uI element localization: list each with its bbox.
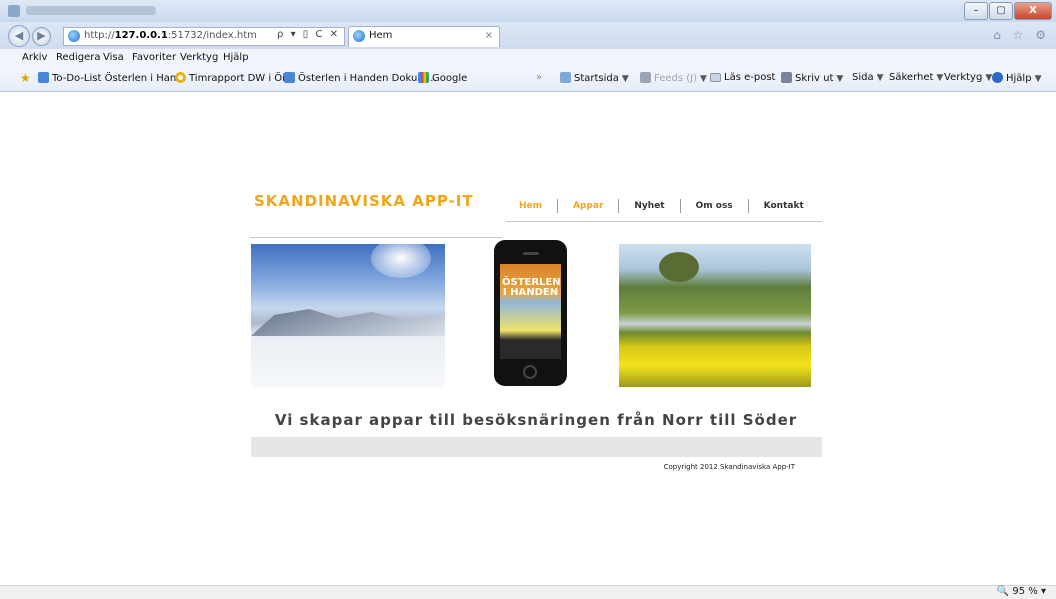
menu-favoriter[interactable]: Favoriter [132, 52, 176, 63]
phone-home-button [523, 365, 537, 379]
status-bar: 🔍 95 % ▾ [0, 585, 1056, 599]
ie-icon [175, 72, 186, 83]
read-mail-button[interactable]: Läs e-post [710, 72, 775, 83]
phone-speaker [523, 252, 539, 255]
footer-bar [251, 437, 822, 457]
close-window-button[interactable]: X [1014, 2, 1052, 20]
doc-icon [284, 72, 295, 83]
menu-bar: Arkiv Redigera Visa Favoriter Verktyg Hj… [0, 49, 1056, 67]
page-label: Sida [852, 72, 874, 83]
favorite-label: Österlen i Handen Dokum... [298, 73, 437, 84]
print-button[interactable]: Skriv ut ▼ [781, 72, 843, 84]
home-icon [560, 72, 571, 83]
nav-kontakt[interactable]: Kontakt [749, 199, 819, 213]
star-icon: ★ [20, 71, 31, 85]
ie-tab-icon [353, 30, 365, 42]
chevron-down-icon[interactable]: ▼ [700, 74, 707, 84]
sun-glare [371, 244, 431, 278]
home-label: Startsida [574, 73, 619, 84]
phone-screen-title: ÖSTERLEN I HANDEN [502, 277, 561, 298]
help-label: Hjälp [1006, 73, 1032, 84]
zoom-level: 95 % [1012, 586, 1038, 597]
favorite-label: Google [432, 73, 468, 84]
address-row: ◀ ▶ http://127.0.0.1:51732/index.htm ρ ▾… [0, 22, 1056, 49]
zoom-control[interactable]: 🔍 95 % ▾ [997, 586, 1046, 597]
mountain-shape [251, 309, 445, 336]
home-button[interactable]: Startsida ▼ [560, 72, 629, 84]
doc-icon [38, 72, 49, 83]
tab-hem[interactable]: Hem × [348, 26, 500, 47]
feeds-label: Feeds (J) [654, 73, 697, 84]
menu-arkiv[interactable]: Arkiv [22, 52, 47, 63]
phone-image: ÖSTERLEN I HANDEN [494, 240, 567, 386]
chevron-down-icon[interactable]: ▼ [836, 74, 843, 84]
address-bar[interactable]: http://127.0.0.1:51732/index.htm ρ ▾ ▯ C… [63, 27, 345, 46]
snow-mountain-image [251, 244, 445, 387]
mail-label: Läs e-post [724, 72, 776, 83]
window-titlebar: – ▢ X [0, 0, 1056, 22]
help-menu-button[interactable]: Hjälp ▼ [992, 72, 1041, 84]
feeds-button[interactable]: Feeds (J) ▼ [640, 72, 707, 84]
favorite-label: Timrapport DW i ÖiH [189, 73, 293, 84]
favorite-label: To-Do-List Österlen i Han... [52, 73, 186, 84]
menu-visa[interactable]: Visa [103, 52, 124, 63]
help-icon [992, 72, 1003, 83]
favorite-item[interactable]: Timrapport DW i ÖiH [175, 72, 292, 84]
nav-divider [506, 221, 822, 222]
safety-menu-button[interactable]: Säkerhet ▼ [889, 72, 943, 83]
chevron-down-icon: ▼ [936, 73, 944, 83]
brand-divider [250, 237, 502, 238]
tab-label: Hem [369, 30, 393, 41]
address-url: http://127.0.0.1:51732/index.htm [84, 30, 257, 41]
google-icon [418, 72, 429, 83]
tree-shape [659, 252, 699, 282]
back-button[interactable]: ◀ [8, 25, 30, 47]
favorite-item[interactable]: Österlen i Handen Dokum... [284, 72, 437, 84]
zoom-icon: 🔍 [996, 586, 1010, 597]
overflow-chevron[interactable]: » [536, 72, 542, 83]
page-menu-button[interactable]: Sida ▼ [852, 72, 884, 83]
mail-icon [710, 73, 721, 82]
favorite-item[interactable]: To-Do-List Österlen i Han... [38, 72, 186, 84]
favorites-bar: ★ To-Do-List Österlen i Han... Timrappor… [0, 67, 1056, 92]
favorites-star-button[interactable]: ★ [20, 72, 34, 84]
safety-label: Säkerhet [889, 72, 934, 83]
site-nav: Hem Appar Nyhet Om oss Kontakt [504, 199, 819, 213]
ie-page-icon [68, 30, 80, 42]
chevron-down-icon: ▼ [876, 73, 884, 83]
favorite-item[interactable]: Google [418, 72, 467, 84]
chevron-down-icon: ▼ [1034, 74, 1042, 84]
window-title [26, 6, 156, 15]
nav-nyhet[interactable]: Nyhet [619, 199, 681, 213]
chevron-down-icon[interactable]: ▼ [622, 74, 629, 84]
forward-button[interactable]: ▶ [32, 27, 51, 46]
printer-icon [781, 72, 792, 83]
site-logo[interactable]: SKANDINAVISKA APP-IT [254, 192, 474, 210]
chevron-down-icon: ▾ [1040, 586, 1046, 597]
tagline: Vi skapar appar till besöksnäringen från… [274, 411, 798, 429]
rapeseed-field-image [619, 244, 811, 387]
address-controls[interactable]: ρ ▾ ▯ C ✕ [277, 29, 340, 40]
window-controls: – ▢ X [964, 2, 1052, 20]
tools-menu-button[interactable]: Verktyg ▼ [944, 72, 992, 83]
app-icon [8, 5, 20, 17]
menu-hjalp[interactable]: Hjälp [223, 52, 249, 63]
maximize-button[interactable]: ▢ [989, 2, 1013, 20]
close-tab-icon[interactable]: × [485, 30, 493, 41]
feed-icon [640, 72, 651, 83]
menu-redigera[interactable]: Redigera [56, 52, 101, 63]
nav-appar[interactable]: Appar [558, 199, 620, 213]
browser-tools-icons[interactable]: ⌂ ☆ ⚙ [993, 28, 1050, 42]
print-label: Skriv ut [795, 73, 834, 84]
nav-om-oss[interactable]: Om oss [681, 199, 749, 213]
copyright-text: Copyright 2012 Skandinaviska App-IT [663, 463, 795, 471]
nav-hem[interactable]: Hem [504, 199, 559, 213]
tools-label: Verktyg [944, 72, 983, 83]
menu-verktyg[interactable]: Verktyg [180, 52, 218, 63]
minimize-button[interactable]: – [964, 2, 988, 20]
